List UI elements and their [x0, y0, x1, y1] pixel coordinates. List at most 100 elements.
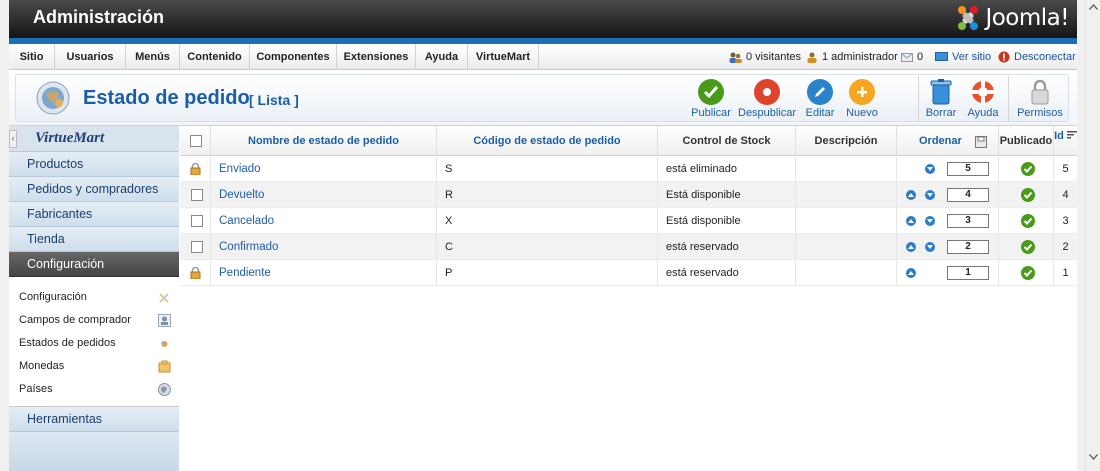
- logout-label[interactable]: Desconectar: [1014, 51, 1076, 63]
- menu-ayuda[interactable]: Ayuda: [416, 44, 468, 70]
- submenu-label: Monedas: [19, 360, 65, 372]
- view-site-label[interactable]: Ver sitio: [952, 51, 991, 63]
- submenu-label: Estados de pedidos: [19, 337, 116, 349]
- select-all-checkbox[interactable]: [190, 135, 202, 147]
- unpublish-button[interactable]: Despublicar: [738, 79, 796, 127]
- view-site-link[interactable]: Ver sitio: [935, 44, 991, 70]
- published-check-icon[interactable]: [1021, 214, 1035, 228]
- move-down-icon[interactable]: [925, 242, 935, 252]
- virtuemart-logo: ‹ VirtueMart: [9, 126, 179, 152]
- collapse-sidebar-toggle[interactable]: ‹: [9, 130, 17, 148]
- row-name-link[interactable]: Pendiente: [211, 260, 437, 286]
- row-name-link[interactable]: Confirmado: [211, 234, 437, 260]
- unpublish-icon: [763, 88, 771, 96]
- help-button[interactable]: Ayuda: [964, 79, 1002, 127]
- row-code: P: [437, 260, 658, 286]
- column-header-order[interactable]: Ordenar: [897, 126, 999, 156]
- sidebar-category-productos[interactable]: Productos: [9, 152, 179, 177]
- logout-link[interactable]: Desconectar: [998, 44, 1076, 70]
- new-label: Nuevo: [846, 107, 878, 119]
- published-check-icon[interactable]: [1021, 162, 1035, 176]
- row-select-cell: [180, 182, 211, 208]
- plus-icon: [857, 87, 867, 97]
- tools-icon: [159, 293, 169, 303]
- toolbar-separator: [918, 76, 919, 122]
- sort-icon: [1066, 131, 1077, 139]
- order-input[interactable]: 2: [947, 240, 989, 254]
- row-code: S: [437, 156, 658, 182]
- save-order-icon[interactable]: [975, 136, 987, 148]
- submenu-item-configuracion[interactable]: Configuración: [9, 286, 179, 309]
- scroll-up-icon[interactable]: [1089, 2, 1098, 11]
- permissions-button[interactable]: Permisos: [1014, 79, 1066, 127]
- move-up-icon[interactable]: [906, 268, 916, 278]
- publish-button[interactable]: Publicar: [686, 79, 736, 127]
- column-header-code[interactable]: Código de estado de pedido: [437, 126, 658, 156]
- move-up-icon[interactable]: [906, 216, 916, 226]
- order-input[interactable]: 3: [947, 214, 989, 228]
- vertical-scrollbar[interactable]: [1085, 0, 1100, 471]
- row-name-link[interactable]: Devuelto: [211, 182, 437, 208]
- submenu-item-monedas[interactable]: Monedas: [9, 355, 179, 378]
- menu-sitio[interactable]: Sitio: [9, 44, 55, 70]
- menu-componentes[interactable]: Componentes: [250, 44, 337, 70]
- table-row: Devuelto R Está disponible 4 4: [180, 182, 1077, 208]
- lifebuoy-icon: [972, 81, 994, 103]
- submenu-label: Campos de comprador: [19, 314, 131, 326]
- order-input[interactable]: 5: [947, 162, 989, 176]
- submenu-item-campos-comprador[interactable]: Campos de comprador: [9, 309, 179, 332]
- admin-title: Administración: [33, 7, 165, 27]
- move-up-icon[interactable]: [906, 242, 916, 252]
- menu-extensiones[interactable]: Extensiones: [337, 44, 416, 70]
- submenu-item-paises[interactable]: Países: [9, 378, 179, 401]
- move-down-icon[interactable]: [925, 216, 935, 226]
- column-header-description: Descripción: [796, 126, 897, 156]
- move-down-icon[interactable]: [925, 190, 935, 200]
- move-down-icon[interactable]: [925, 164, 935, 174]
- column-header-name[interactable]: Nombre de estado de pedido: [211, 126, 437, 156]
- menu-contenido[interactable]: Contenido: [180, 44, 250, 70]
- column-header-id[interactable]: Id: [1054, 126, 1077, 156]
- row-id: 3: [1062, 215, 1069, 227]
- menu-menus[interactable]: Menús: [126, 44, 180, 70]
- sidebar-category-pedidos[interactable]: Pedidos y compradores: [9, 177, 179, 202]
- row-id: 2: [1062, 241, 1069, 253]
- messages-status[interactable]: 0: [901, 44, 923, 70]
- menu-virtuemart[interactable]: VirtueMart: [468, 44, 539, 70]
- admins-count: 1 administrador: [822, 51, 898, 63]
- submenu-label: Configuración: [19, 291, 87, 303]
- row-name-link[interactable]: Enviado: [211, 156, 437, 182]
- order-input[interactable]: 4: [947, 188, 989, 202]
- menu-usuarios[interactable]: Usuarios: [55, 44, 126, 70]
- delete-button[interactable]: Borrar: [922, 79, 960, 127]
- order-input[interactable]: 1: [947, 266, 989, 280]
- submenu-item-estados-pedidos[interactable]: Estados de pedidos: [9, 332, 179, 355]
- sidebar-category-fabricantes[interactable]: Fabricantes: [9, 202, 179, 227]
- scroll-down-icon[interactable]: [1089, 452, 1098, 461]
- row-id: 1: [1062, 267, 1069, 279]
- edit-label: Editar: [805, 107, 835, 119]
- move-up-icon[interactable]: [906, 190, 916, 200]
- published-check-icon[interactable]: [1021, 240, 1035, 254]
- joomla-logo-icon: [958, 6, 979, 30]
- new-button[interactable]: Nuevo: [843, 79, 881, 127]
- page-left-margin: [0, 0, 9, 471]
- id-header-label: Id: [1054, 130, 1064, 142]
- edit-button[interactable]: Editar: [800, 79, 840, 127]
- row-name-link[interactable]: Cancelado: [211, 208, 437, 234]
- logout-icon: [998, 51, 1010, 63]
- row-code: X: [437, 208, 658, 234]
- row-stock: está reservado: [658, 234, 796, 260]
- padlock-icon: [1031, 79, 1049, 105]
- delete-label: Borrar: [925, 107, 957, 119]
- users-icon: [729, 52, 742, 63]
- sidebar-category-herramientas[interactable]: Herramientas: [9, 407, 179, 432]
- sidebar-category-tienda[interactable]: Tienda: [9, 227, 179, 252]
- sidebar-category-configuracion[interactable]: Configuración: [9, 252, 179, 277]
- help-label: Ayuda: [967, 107, 999, 119]
- published-check-icon[interactable]: [1021, 266, 1035, 280]
- joomla-brand-text: Joomla!: [985, 5, 1069, 31]
- row-select-cell: [180, 208, 211, 234]
- admins-status: 1 administrador: [806, 44, 898, 70]
- published-check-icon[interactable]: [1021, 188, 1035, 202]
